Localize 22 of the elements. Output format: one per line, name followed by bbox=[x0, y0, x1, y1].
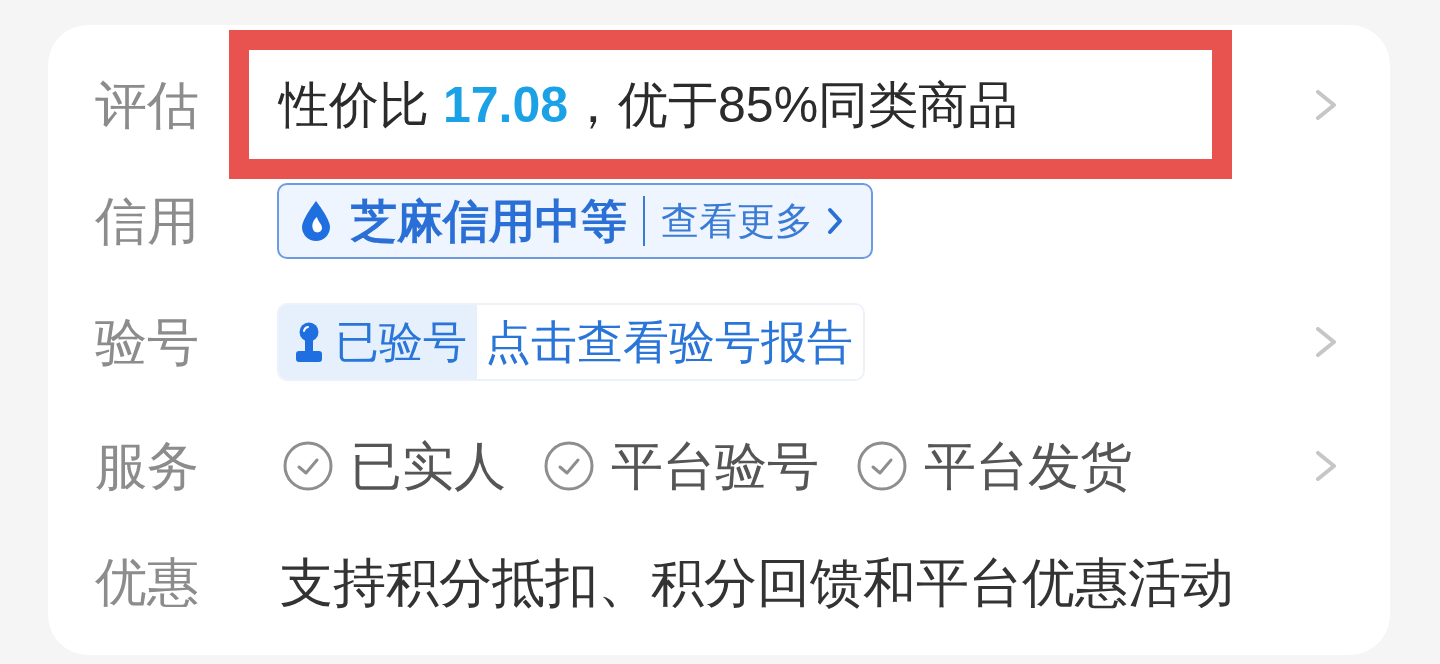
chevron-right-icon bbox=[827, 207, 843, 235]
chevron-right-icon[interactable] bbox=[1315, 89, 1337, 120]
service-item: 平台验号 bbox=[611, 440, 819, 492]
chevron-right-icon[interactable] bbox=[1315, 327, 1337, 357]
stamp-icon bbox=[295, 322, 323, 362]
check-circle-icon bbox=[283, 441, 333, 491]
row-label: 验号 bbox=[95, 316, 200, 368]
drop-icon bbox=[301, 200, 331, 242]
discount-text: 支持积分抵扣、积分回馈和平台优惠活动 bbox=[280, 555, 1234, 609]
verified-status: 已验号 bbox=[335, 320, 467, 364]
service-item: 已实人 bbox=[350, 440, 506, 492]
value-score-text: 性价比 17.08，优于85%同类商品 bbox=[279, 79, 1019, 130]
check-circle-icon bbox=[857, 441, 907, 491]
chevron-right-icon[interactable] bbox=[1315, 451, 1337, 481]
credit-rating: 芝麻信用中等 bbox=[351, 198, 627, 244]
row-label: 信用 bbox=[95, 195, 200, 247]
row-label: 服务 bbox=[95, 440, 200, 492]
row-label: 评估 bbox=[95, 78, 200, 131]
view-more-link[interactable]: 查看更多 bbox=[661, 202, 843, 240]
service-item: 平台发货 bbox=[924, 440, 1132, 492]
check-circle-icon bbox=[544, 441, 594, 491]
row-label: 优惠 bbox=[95, 556, 200, 608]
